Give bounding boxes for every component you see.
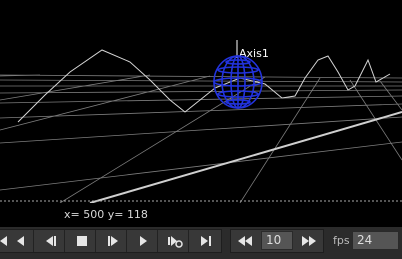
prev-keyframe-icon xyxy=(17,236,24,246)
ground-axis-line xyxy=(89,111,402,203)
viewer-3d[interactable]: Axis1 xyxy=(0,0,402,203)
rewind-icon xyxy=(238,236,252,246)
playback-toolbar: 10 fps 24 xyxy=(0,227,402,259)
viewer-canvas[interactable]: Axis1 xyxy=(0,0,402,203)
status-bar: x= 500 y= 118 xyxy=(0,203,402,227)
step-back-button[interactable] xyxy=(37,229,65,253)
cursor-coords: x= 500 y= 118 xyxy=(64,208,148,221)
fps-label: fps xyxy=(333,234,350,247)
skip-to-end-icon xyxy=(201,236,211,246)
step-forward-icon xyxy=(108,236,118,246)
prev-keyframe-button[interactable] xyxy=(6,229,34,253)
ground-grid xyxy=(0,74,402,203)
step-back-icon xyxy=(46,236,56,246)
jump-back-button[interactable] xyxy=(231,229,259,253)
next-keyframe-icon xyxy=(168,236,183,248)
step-forward-button[interactable] xyxy=(99,229,127,253)
play-forward-icon xyxy=(140,236,147,246)
jump-forward-button[interactable] xyxy=(295,229,323,253)
fps-field[interactable]: 24 xyxy=(352,231,399,250)
last-frame-button[interactable] xyxy=(192,229,220,253)
stop-icon xyxy=(77,236,87,246)
fast-forward-icon xyxy=(302,236,316,246)
increment-field[interactable]: 10 xyxy=(261,231,293,250)
stop-button[interactable] xyxy=(68,229,96,253)
play-forward-button[interactable] xyxy=(130,229,158,253)
next-keyframe-button[interactable] xyxy=(161,229,189,253)
